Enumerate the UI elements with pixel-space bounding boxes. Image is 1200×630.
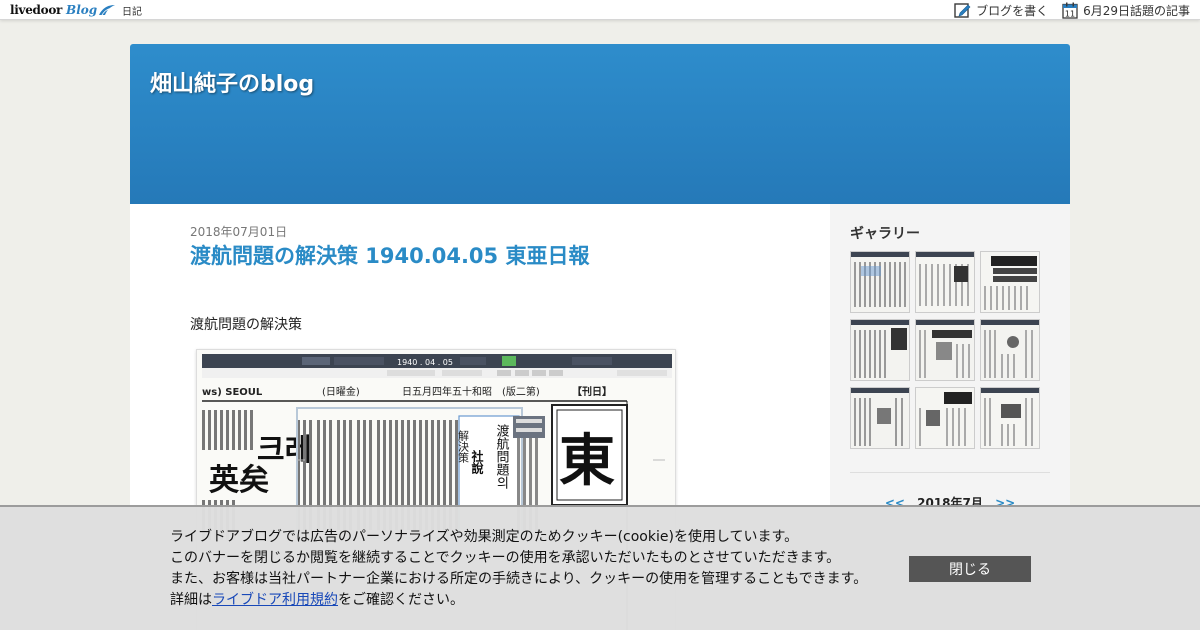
gallery-thumb[interactable] xyxy=(850,319,910,381)
gallery-thumb[interactable] xyxy=(980,387,1040,449)
masthead-issue: (版二第) xyxy=(502,385,540,398)
cookie-line-1: ライブドアブログでは広告のパーソナライズや効果測定のためクッキー(cookie)… xyxy=(170,529,799,545)
gallery-grid xyxy=(850,251,1042,449)
logo-blog-text: Blog xyxy=(66,3,98,17)
viewer-date: 1940 . 04 . 05 xyxy=(397,358,453,367)
cookie-text: ライブドアブログでは広告のパーソナライズや効果測定のためクッキー(cookie)… xyxy=(170,527,867,611)
masthead-left: ws) SEOUL xyxy=(202,387,263,398)
blog-title[interactable]: 畑山純子のblog xyxy=(150,66,314,98)
cookie-line-4-prefix: 詳細は xyxy=(170,592,212,608)
wing-icon xyxy=(99,5,116,16)
terms-link[interactable]: ライブドア利用規約 xyxy=(212,592,338,608)
topic-articles-link[interactable]: 11 6月29日話題の記事 xyxy=(1062,2,1190,19)
post-date: 2018年07月01日 xyxy=(190,225,288,239)
gallery-thumb[interactable] xyxy=(980,319,1040,381)
sidebar-divider xyxy=(850,472,1050,473)
gallery-thumb[interactable] xyxy=(980,251,1040,313)
post-body-text: 渡航問題の解決策 xyxy=(190,317,302,333)
editorial-label: 社說 xyxy=(470,449,484,475)
write-blog-link[interactable]: ブログを書く xyxy=(954,2,1048,19)
edit-icon xyxy=(954,2,971,18)
gallery-thumb[interactable] xyxy=(915,251,975,313)
gallery-thumb[interactable] xyxy=(915,387,975,449)
editorial-headline: 渡航問題의 xyxy=(494,423,510,489)
post-title[interactable]: 渡航問題の解決策 1940.04.05 東亜日報 xyxy=(190,240,589,270)
livedoor-blog-logo[interactable]: livedoor Blog xyxy=(10,2,116,18)
cookie-line-4-suffix: をご確認ください。 xyxy=(338,592,464,608)
topic-articles-label: 6月29日話題の記事 xyxy=(1083,3,1190,18)
masthead-day: (日曜金) xyxy=(322,385,360,398)
cookie-line-4: 詳細はライブドア利用規約をご確認ください。 xyxy=(170,590,867,611)
masthead-big-char: 東 xyxy=(559,428,615,494)
blog-header: 畑山純子のblog xyxy=(130,44,1070,204)
logo-text: livedoor xyxy=(10,3,63,17)
masthead-page: 【刊日】 xyxy=(572,385,612,398)
cookie-banner: ライブドアブログでは広告のパーソナライズや効果測定のためクッキー(cookie)… xyxy=(0,505,1200,630)
calendar-icon-day: 11 xyxy=(1065,9,1075,18)
close-cookie-button[interactable]: 閉じる xyxy=(909,556,1031,582)
diary-link[interactable]: 日記 xyxy=(122,3,142,18)
gallery-thumb[interactable] xyxy=(850,387,910,449)
masthead-date: 日五月四年五十和昭 xyxy=(402,385,492,398)
write-blog-label: ブログを書く xyxy=(976,3,1049,18)
left-headline-2: 英矣 xyxy=(209,463,269,498)
cookie-line-2: このバナーを閉じるか閲覧を継続することでクッキーの使用を承認いただいたものとさせ… xyxy=(170,550,841,566)
gallery-thumb[interactable] xyxy=(850,251,910,313)
calendar-icon: 11 xyxy=(1062,2,1078,19)
gallery-thumb[interactable] xyxy=(915,319,975,381)
top-bar: livedoor Blog 日記 ブログを書く 11 6月29日話題の記事 xyxy=(0,0,1200,20)
editorial-subhead: 解決策 xyxy=(457,429,470,463)
gallery-title: ギャラリー xyxy=(850,226,920,242)
cookie-line-3: また、お客様は当社パートナー企業における所定の手続きにより、クッキーの使用を管理… xyxy=(170,571,868,587)
